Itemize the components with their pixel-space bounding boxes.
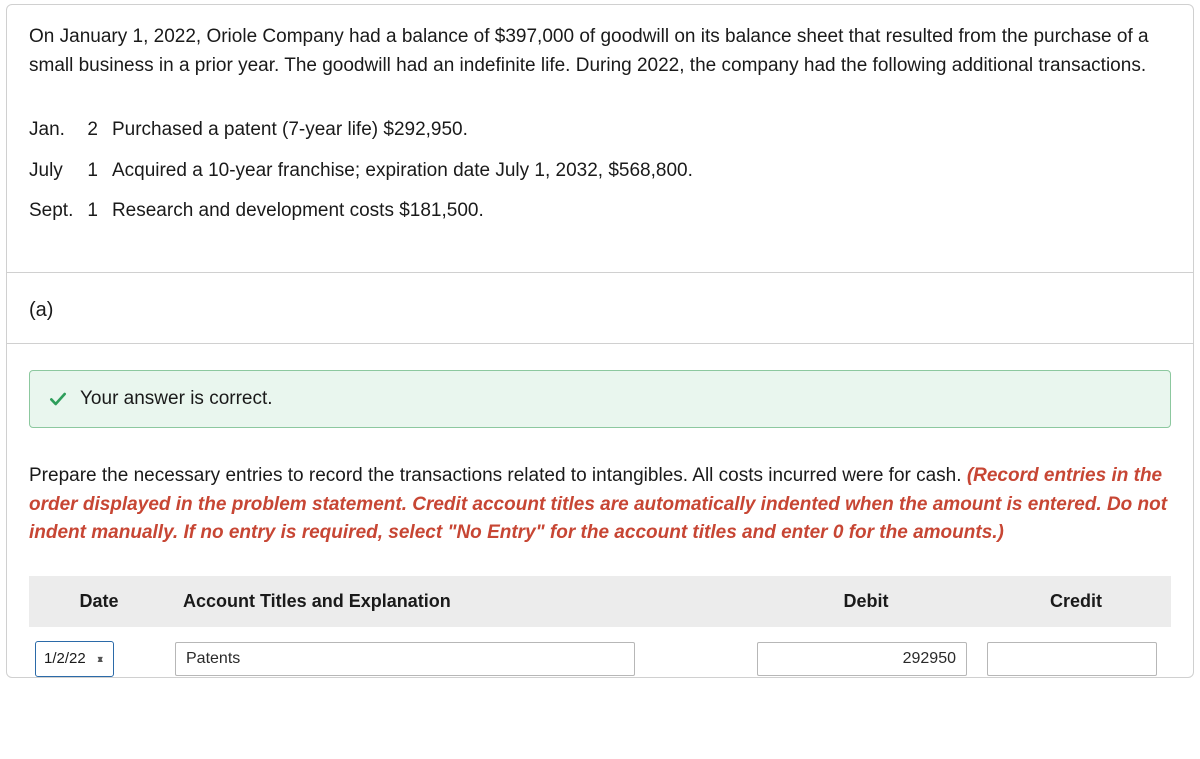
date-value: 1/2/22 [44,648,86,671]
tx-month: Sept. [29,191,87,232]
intro-text: On January 1, 2022, Oriole Company had a… [29,23,1171,80]
header-debit: Debit [751,576,981,627]
transaction-row: July 1 Acquired a 10-year franchise; exp… [29,151,707,192]
question-card: On January 1, 2022, Oriole Company had a… [6,4,1194,678]
header-date: Date [29,576,169,627]
credit-field[interactable] [987,642,1157,676]
instructions-lead: Prepare the necessary entries to record … [29,465,967,486]
tx-day: 1 [87,191,112,232]
transaction-row: Sept. 1 Research and development costs $… [29,191,707,232]
transaction-row: Jan. 2 Purchased a patent (7-year life) … [29,110,707,151]
journal-row: 1/2/22 ▲▼ Patents 292950 [29,627,1171,678]
tx-month: July [29,151,87,192]
debit-field[interactable]: 292950 [757,642,967,676]
tx-desc: Research and development costs $181,500. [112,191,707,232]
correct-banner: Your answer is correct. [29,370,1171,429]
check-icon [48,389,68,409]
header-acct: Account Titles and Explanation [169,576,751,627]
answer-area: Your answer is correct. Prepare the nece… [7,343,1193,678]
debit-value: 292950 [903,647,956,671]
tx-day: 2 [87,110,112,151]
tx-day: 1 [87,151,112,192]
correct-text: Your answer is correct. [80,385,273,414]
date-select[interactable]: 1/2/22 ▲▼ [35,641,114,678]
account-title-field[interactable]: Patents [175,642,635,676]
tx-month: Jan. [29,110,87,151]
instructions: Prepare the necessary entries to record … [29,462,1171,548]
transactions-table: Jan. 2 Purchased a patent (7-year life) … [29,110,707,232]
part-label: (a) [7,273,1193,343]
tx-desc: Purchased a patent (7-year life) $292,95… [112,110,707,151]
header-credit: Credit [981,576,1171,627]
tx-desc: Acquired a 10-year franchise; expiration… [112,151,707,192]
account-title-value: Patents [186,647,240,671]
problem-statement: On January 1, 2022, Oriole Company had a… [7,5,1193,273]
journal-entry-table: Date Account Titles and Explanation Debi… [29,576,1171,678]
